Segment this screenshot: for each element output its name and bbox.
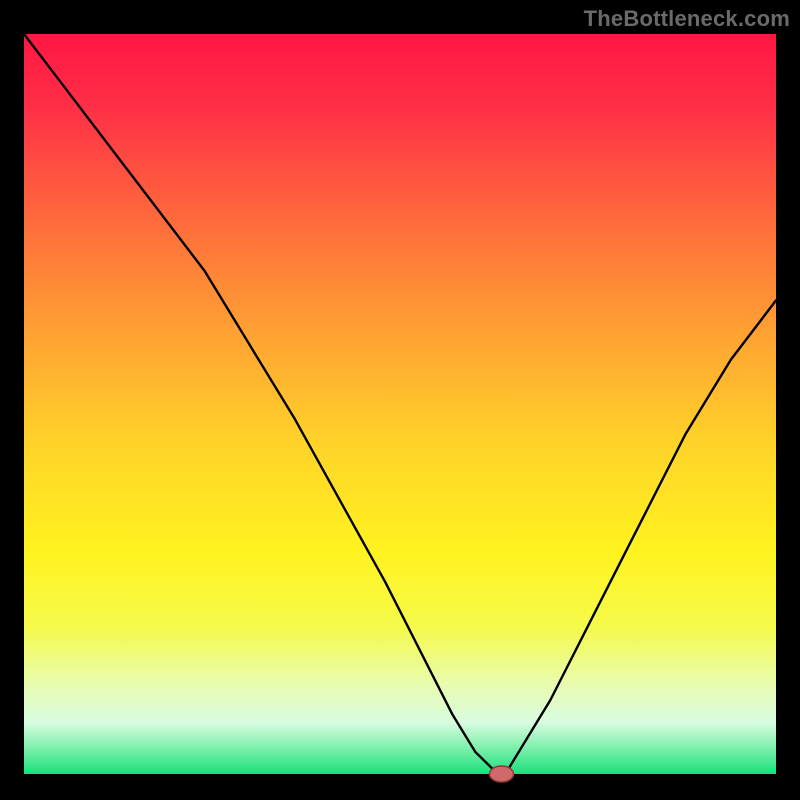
chart-container: TheBottleneck.com — [0, 0, 800, 800]
plot-area — [24, 34, 776, 774]
bottleneck-chart — [0, 0, 800, 800]
optimal-marker — [490, 766, 514, 782]
watermark-text: TheBottleneck.com — [584, 6, 790, 32]
